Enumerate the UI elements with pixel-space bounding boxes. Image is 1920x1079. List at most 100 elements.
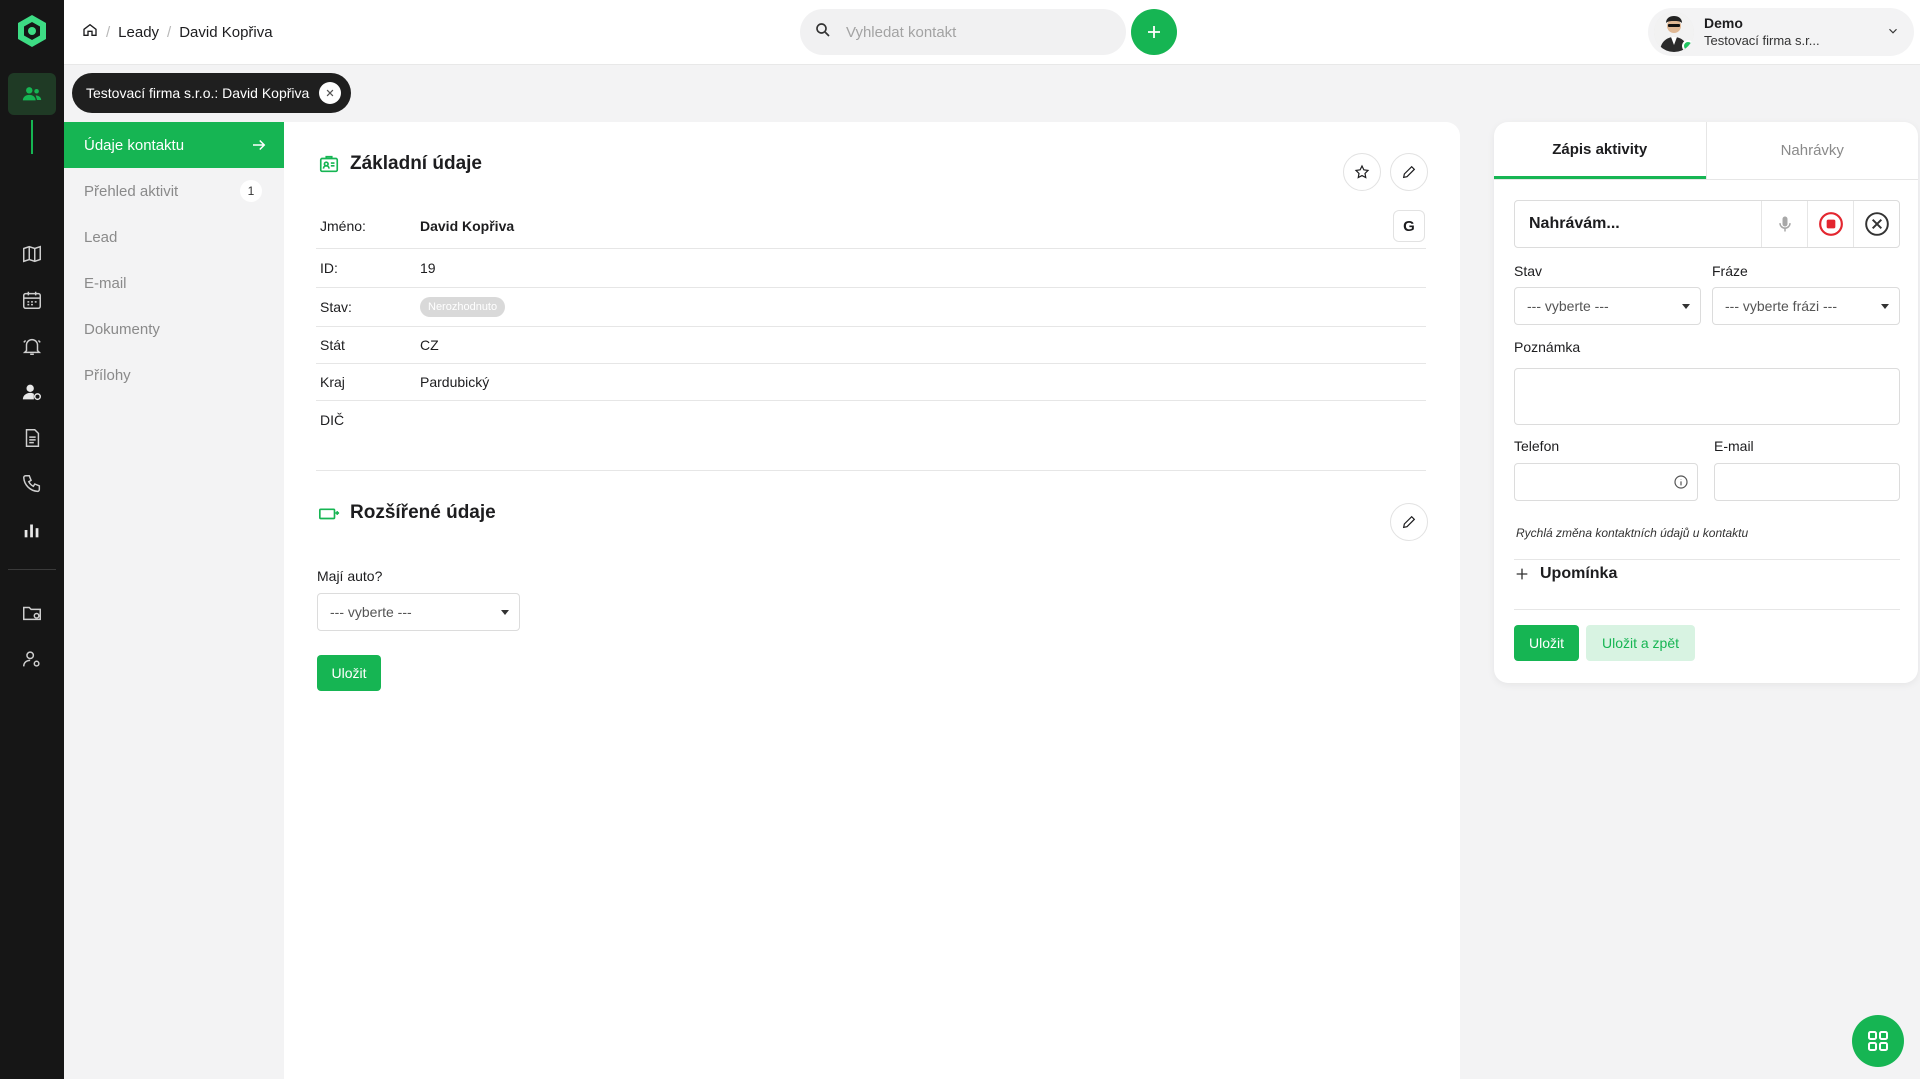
recording-status: Nahrávám... <box>1529 215 1620 232</box>
basic-info-title: Základní údaje <box>350 153 482 174</box>
search-icon <box>814 21 832 43</box>
table-row: Stav: Nerozhodnuto <box>316 288 1426 327</box>
email-field[interactable] <box>1714 463 1900 501</box>
section-divider <box>316 470 1426 471</box>
user-name: Demo <box>1704 15 1743 31</box>
section-lead[interactable]: Lead <box>64 214 284 260</box>
table-row: Jméno: David Kopřiva <box>316 204 1426 249</box>
basic-info-table: Jméno: David Kopřiva ID: 19 Stav: Nerozh… <box>316 204 1426 438</box>
google-search-button[interactable]: G <box>1393 210 1425 242</box>
avatar <box>1654 12 1694 52</box>
user-company: Testovací firma s.r... <box>1704 33 1820 48</box>
section-documents[interactable]: Dokumenty <box>64 306 284 352</box>
pencil-icon <box>1402 515 1416 529</box>
save-extended-button[interactable]: Uložit <box>317 655 381 691</box>
row-value: 19 <box>420 260 436 276</box>
extended-info-heading: Rozšířené údaje <box>318 502 496 524</box>
contact-tab-label: Testovací firma s.r.o.: David Kopřiva <box>86 85 310 101</box>
section-label: Přílohy <box>84 366 131 384</box>
user-settings-icon[interactable] <box>8 371 56 413</box>
home-icon[interactable] <box>82 22 98 42</box>
phone-field[interactable] <box>1514 463 1698 501</box>
apps-menu-button[interactable] <box>1852 1015 1904 1067</box>
pencil-icon <box>1402 165 1416 179</box>
section-nav: Údaje kontaktu Přehled aktivit 1 Lead E-… <box>64 122 284 1079</box>
bell-icon[interactable] <box>8 325 56 367</box>
section-email[interactable]: E-mail <box>64 260 284 306</box>
row-label: Stav: <box>320 299 352 315</box>
breadcrumb-leads[interactable]: Leady <box>118 24 159 41</box>
car-select[interactable]: --- vyberte --- <box>317 593 520 631</box>
note-textarea[interactable] <box>1514 368 1900 425</box>
phrase-label: Fráze <box>1712 263 1748 279</box>
calendar-icon[interactable] <box>8 279 56 321</box>
table-row: DIČ <box>316 401 1426 438</box>
tab-recordings[interactable]: Nahrávky <box>1705 122 1919 179</box>
contact-tab[interactable]: Testovací firma s.r.o.: David Kopřiva <box>72 73 352 113</box>
admin-users-icon[interactable] <box>8 638 56 680</box>
favorite-button[interactable] <box>1343 153 1381 191</box>
plus-icon <box>1516 568 1528 580</box>
search-input[interactable] <box>846 23 1086 41</box>
breadcrumb-separator: / <box>167 23 172 41</box>
add-button[interactable] <box>1131 9 1177 55</box>
row-label: DIČ <box>320 411 345 428</box>
star-icon <box>1354 164 1370 179</box>
edit-extended-button[interactable] <box>1390 503 1428 541</box>
document-icon[interactable] <box>8 417 56 459</box>
status-badge: Nerozhodnuto <box>420 297 506 317</box>
car-field-label: Mají auto? <box>317 568 383 584</box>
row-value: David Kopřiva <box>420 218 515 234</box>
breadcrumb-current: David Kopřiva <box>179 23 273 41</box>
row-value: CZ <box>420 337 439 353</box>
stop-recording-icon[interactable] <box>1807 201 1853 247</box>
info-icon[interactable] <box>1673 474 1689 494</box>
section-attachments[interactable]: Přílohy <box>64 352 284 398</box>
activity-panel: Zápis aktivity Nahrávky Nahrávám... Stav… <box>1494 122 1918 683</box>
divider <box>1514 609 1900 610</box>
nav-contacts-icon[interactable] <box>8 73 56 115</box>
section-activity-overview[interactable]: Přehled aktivit 1 <box>64 168 284 214</box>
online-status-icon <box>1682 40 1694 52</box>
section-contact-details[interactable]: Údaje kontaktu <box>64 122 284 168</box>
row-label: Jméno: <box>320 218 366 234</box>
caret-down-icon <box>501 610 509 615</box>
section-label: Přehled aktivit <box>84 182 179 200</box>
save-and-back-button[interactable]: Uložit a zpět <box>1586 625 1695 661</box>
close-icon[interactable] <box>319 82 342 104</box>
save-activity-button[interactable]: Uložit <box>1514 625 1579 661</box>
caret-down-icon <box>1881 304 1889 309</box>
stats-icon[interactable] <box>8 509 56 551</box>
microphone-icon[interactable] <box>1761 201 1807 247</box>
section-label: E-mail <box>84 274 127 292</box>
folder-settings-icon[interactable] <box>8 592 56 634</box>
caret-down-icon <box>1682 304 1690 309</box>
app-logo-icon[interactable] <box>16 14 48 48</box>
cancel-recording-icon[interactable] <box>1853 201 1899 247</box>
tab-activity-log[interactable]: Zápis aktivity <box>1494 122 1706 179</box>
phone-icon[interactable] <box>8 463 56 505</box>
section-label: Lead <box>84 228 118 246</box>
activity-count-badge: 1 <box>240 180 262 202</box>
table-row: Stát CZ <box>316 327 1426 364</box>
map-icon[interactable] <box>8 233 56 275</box>
section-label: Údaje kontaktu <box>84 136 185 154</box>
status-select[interactable]: --- vyberte --- <box>1514 287 1701 325</box>
quick-change-hint: Rychlá změna kontaktních údajů u kontakt… <box>1516 526 1749 540</box>
reminder-label: Upomínka <box>1540 565 1618 582</box>
extended-card-icon <box>319 508 340 520</box>
rail-divider <box>8 569 56 570</box>
id-card-icon <box>319 155 339 173</box>
phrase-select[interactable]: --- vyberte frázi --- <box>1712 287 1900 325</box>
search-bar[interactable] <box>800 9 1126 55</box>
section-label: Dokumenty <box>84 320 160 338</box>
note-label: Poznámka <box>1514 339 1581 355</box>
edit-basic-button[interactable] <box>1390 153 1428 191</box>
top-bar: / Leady / David Kopřiva Demo Testovací f… <box>64 0 1920 64</box>
table-row: Kraj Pardubický <box>316 364 1426 401</box>
status-select-value: --- vyberte --- <box>1527 298 1609 314</box>
user-menu[interactable]: Demo Testovací firma s.r... <box>1648 8 1914 56</box>
row-label: ID: <box>320 260 338 276</box>
reminder-toggle[interactable]: Upomínka <box>1514 565 1617 583</box>
chevron-down-icon <box>1886 24 1900 42</box>
